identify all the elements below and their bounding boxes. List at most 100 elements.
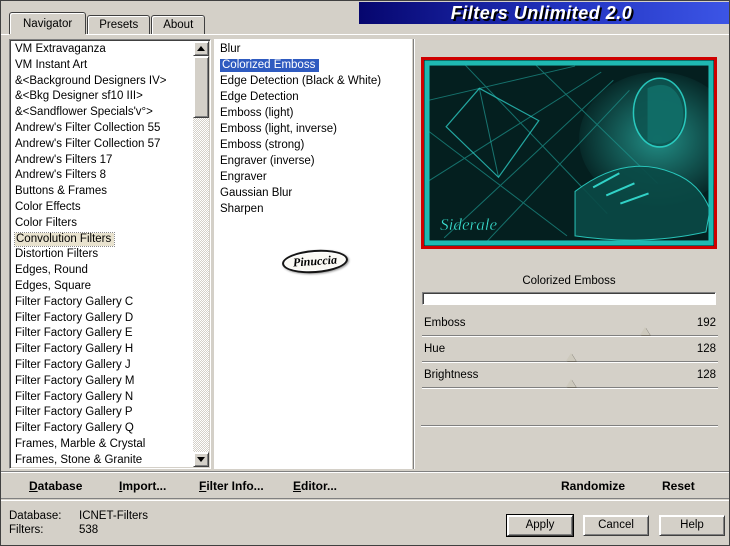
- filter-item[interactable]: Sharpen: [214, 201, 412, 217]
- filter-item-label: Emboss (light, inverse): [220, 123, 337, 135]
- filter-item-label: Emboss (strong): [220, 139, 305, 151]
- database-value: ICNET-Filters: [79, 510, 148, 522]
- category-item[interactable]: VM Extravaganza: [12, 42, 192, 58]
- category-item[interactable]: Frames, Marble & Crystal: [12, 437, 192, 453]
- category-item[interactable]: Andrew's Filter Collection 57: [12, 137, 192, 153]
- category-item[interactable]: Filter Factory Gallery E: [12, 326, 192, 342]
- category-item[interactable]: Distortion Filters: [12, 247, 192, 263]
- filter-item-label: Gaussian Blur: [220, 187, 293, 199]
- category-scrollbar[interactable]: [193, 41, 209, 467]
- horizontal-separator: [421, 425, 718, 427]
- filter-item[interactable]: Blur: [214, 41, 412, 57]
- title-bar: Filters Unlimited 2.0: [359, 2, 729, 24]
- category-item[interactable]: Filter Factory Gallery M: [12, 374, 192, 390]
- category-item[interactable]: Andrew's Filters 8: [12, 168, 192, 184]
- filter-item[interactable]: Emboss (light, inverse): [214, 121, 412, 137]
- category-item[interactable]: Andrew's Filters 17: [12, 153, 192, 169]
- slider-thumb[interactable]: [565, 379, 576, 387]
- category-item[interactable]: Filter Factory Gallery D: [12, 311, 192, 327]
- tab-presets[interactable]: Presets: [87, 15, 151, 34]
- preview-caption: Siderale: [440, 215, 497, 234]
- category-item-label: Filter Factory Gallery Q: [15, 422, 134, 435]
- category-item-label: Andrew's Filter Collection 55: [15, 121, 161, 134]
- tab-navigator[interactable]: Navigator: [9, 12, 87, 34]
- category-item-label: Andrew's Filter Collection 57: [15, 137, 161, 150]
- filter-item[interactable]: Emboss (light): [214, 105, 412, 121]
- filter-item[interactable]: Edge Detection (Black & White): [214, 73, 412, 89]
- category-item[interactable]: Convolution Filters: [12, 231, 192, 248]
- filters-label: Filters:: [9, 524, 44, 536]
- help-button[interactable]: Help: [659, 515, 725, 536]
- category-item[interactable]: &<Sandflower Specials'v°>: [12, 105, 192, 121]
- slider-row: Emboss 192: [422, 316, 718, 342]
- category-item[interactable]: Filter Factory Gallery J: [12, 358, 192, 374]
- category-item[interactable]: Filter Factory Gallery N: [12, 390, 192, 406]
- tab-strip: Navigator Presets About: [9, 10, 206, 34]
- category-item-label: Distortion Filters: [15, 248, 99, 261]
- slider-track[interactable]: [422, 387, 718, 389]
- import-button[interactable]: Import...: [119, 479, 166, 493]
- category-item[interactable]: Frames, Stone & Granite: [12, 453, 192, 466]
- filter-item-label: Engraver: [220, 171, 267, 183]
- database-label: Database:: [9, 510, 62, 522]
- slider-track[interactable]: [422, 335, 718, 337]
- category-item-label: Frames, Stone & Granite: [15, 453, 143, 466]
- category-item[interactable]: Edges, Round: [12, 263, 192, 279]
- category-item[interactable]: Buttons & Frames: [12, 184, 192, 200]
- filter-item[interactable]: Colorized Emboss: [214, 57, 412, 73]
- category-item[interactable]: VM Instant Art: [12, 58, 192, 74]
- slider-value: 192: [696, 317, 716, 329]
- randomize-button[interactable]: Randomize: [561, 479, 625, 493]
- slider-thumb[interactable]: [565, 353, 576, 361]
- category-item-label: Filter Factory Gallery M: [15, 374, 135, 387]
- selected-filter-name: Colorized Emboss: [522, 275, 616, 287]
- category-item-label: Edges, Square: [15, 279, 92, 292]
- category-item[interactable]: &<Background Designers IV>: [12, 74, 192, 90]
- category-item[interactable]: Edges, Square: [12, 279, 192, 295]
- arrow-up-icon: [197, 42, 205, 51]
- filter-info-button[interactable]: Filter Info...: [199, 479, 264, 493]
- category-item-label: Filter Factory Gallery P: [15, 406, 133, 419]
- slider-thumb[interactable]: [639, 327, 650, 335]
- vertical-divider: [413, 39, 415, 469]
- scroll-down-button[interactable]: [193, 452, 209, 467]
- slider-label: Emboss: [424, 317, 466, 329]
- tab-navigator-label: Navigator: [23, 18, 73, 30]
- arrow-down-icon: [197, 457, 205, 466]
- category-item[interactable]: &<Bkg Designer sf10 III>: [12, 89, 192, 105]
- command-bar: Database Import... Filter Info... Editor…: [1, 471, 729, 499]
- database-button[interactable]: Database: [29, 479, 82, 493]
- reset-button[interactable]: Reset: [662, 479, 695, 493]
- tab-about[interactable]: About: [151, 15, 206, 34]
- preview-image[interactable]: Siderale: [421, 57, 717, 249]
- category-list-items: VM Extravaganza VM Instant Art &<Backgroun…: [12, 42, 192, 466]
- category-item-label: Filter Factory Gallery N: [15, 390, 134, 403]
- filter-item[interactable]: Gaussian Blur: [214, 185, 412, 201]
- cancel-button[interactable]: Cancel: [583, 515, 649, 536]
- scrollbar-thumb[interactable]: [193, 56, 209, 118]
- watermark-text: Pinuccia: [292, 252, 338, 270]
- category-item[interactable]: Color Filters: [12, 216, 192, 232]
- filter-item[interactable]: Edge Detection: [214, 89, 412, 105]
- slider-track[interactable]: [422, 361, 718, 363]
- category-item[interactable]: Filter Factory Gallery Q: [12, 421, 192, 437]
- editor-button[interactable]: Editor...: [293, 479, 337, 493]
- slider-row: Hue 128: [422, 342, 718, 368]
- slider-row: Brightness 128: [422, 368, 718, 394]
- apply-button[interactable]: Apply: [507, 515, 573, 536]
- category-item[interactable]: Color Effects: [12, 200, 192, 216]
- tab-presets-label: Presets: [99, 19, 139, 31]
- category-item-label: &<Sandflower Specials'v°>: [15, 106, 153, 119]
- filter-item[interactable]: Emboss (strong): [214, 137, 412, 153]
- filter-item[interactable]: Engraver: [214, 169, 412, 185]
- category-item-label: &<Background Designers IV>: [15, 74, 167, 87]
- progress-bar: [422, 292, 716, 305]
- category-item[interactable]: Filter Factory Gallery H: [12, 342, 192, 358]
- category-item[interactable]: Filter Factory Gallery P: [12, 405, 192, 421]
- category-item-label: Color Filters: [15, 216, 77, 229]
- scroll-up-button[interactable]: [193, 41, 209, 56]
- filter-item[interactable]: Engraver (inverse): [214, 153, 412, 169]
- category-item[interactable]: Andrew's Filter Collection 55: [12, 121, 192, 137]
- category-item[interactable]: Filter Factory Gallery C: [12, 295, 192, 311]
- category-item-label: Edges, Round: [15, 264, 88, 277]
